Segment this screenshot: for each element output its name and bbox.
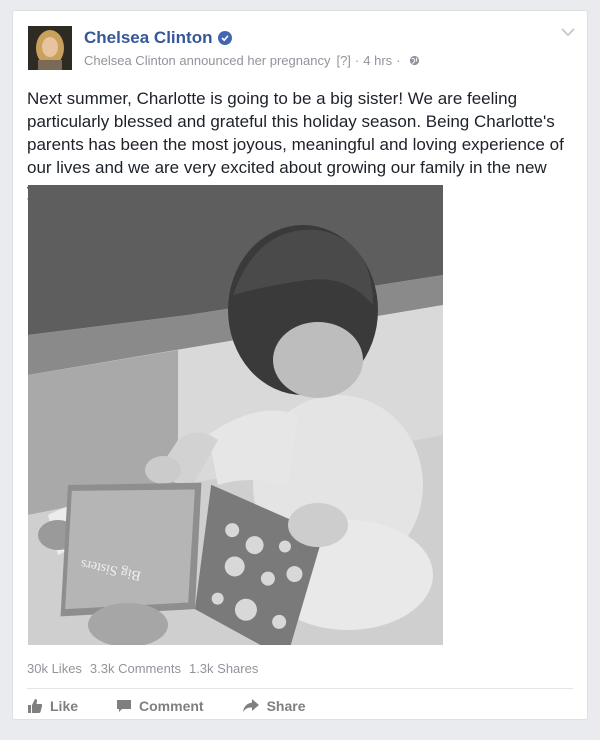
post-subline: Chelsea Clinton announced her pregnancy … [84, 53, 420, 68]
author-name-row: Chelsea Clinton [84, 28, 233, 48]
separator: · [354, 53, 360, 68]
activity-text[interactable]: Chelsea Clinton announced her pregnancy [84, 53, 330, 68]
thumbs-up-icon [28, 699, 43, 713]
post-card: Chelsea Clinton Chelsea Clinton announce… [12, 10, 588, 720]
share-label: Share [266, 698, 306, 714]
verified-badge-icon [218, 31, 233, 45]
avatar[interactable] [28, 26, 72, 70]
comment-button[interactable]: Comment [116, 698, 204, 714]
like-label: Like [50, 698, 79, 714]
chevron-down-icon[interactable] [561, 27, 575, 37]
share-arrow-icon [242, 699, 259, 712]
comment-icon [117, 700, 132, 712]
comments-count[interactable]: 3.3k Comments [90, 661, 181, 676]
globe-icon[interactable] [409, 55, 420, 66]
post-time[interactable]: 4 hrs [363, 53, 392, 68]
like-button[interactable]: Like [27, 698, 78, 714]
likes-count[interactable]: 30k Likes [27, 661, 82, 676]
post-photo[interactable]: Big Sisters [28, 185, 443, 645]
activity-hint[interactable]: [?] [336, 53, 350, 68]
post-stats: 30k Likes 3.3k Comments 1.3k Shares [27, 661, 258, 676]
divider [27, 688, 573, 689]
author-name[interactable]: Chelsea Clinton [84, 28, 212, 48]
comment-label: Comment [139, 698, 204, 714]
separator: · [396, 53, 401, 68]
share-button[interactable]: Share [242, 698, 306, 714]
shares-count[interactable]: 1.3k Shares [189, 661, 258, 676]
action-bar: Like Comment Share [27, 695, 344, 717]
